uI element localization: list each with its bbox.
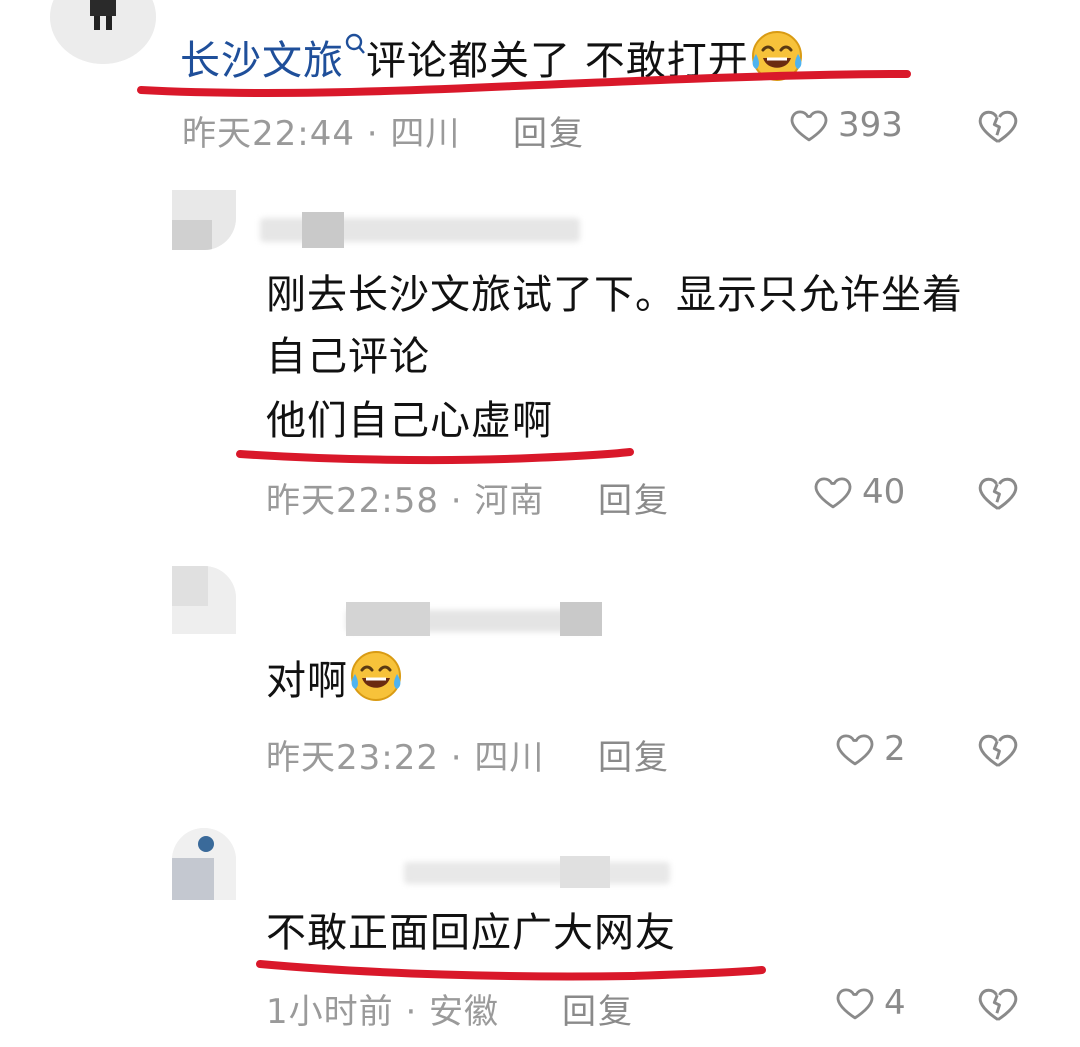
heart-icon xyxy=(788,104,830,146)
like-count: 40 xyxy=(862,472,906,512)
comment-1-time-location: 昨天22:44 · 四川 xyxy=(182,114,461,154)
reply-button[interactable]: 回复 xyxy=(513,106,585,155)
comment-2-time-location: 昨天22:58 · 河南 xyxy=(266,481,545,521)
comment-2-text-line-1: 刚去长沙文旅试了下。显示只允许坐着 xyxy=(266,272,963,318)
dislike-button[interactable] xyxy=(976,471,1020,519)
author-name[interactable]: 长沙文旅 xyxy=(180,38,344,84)
reply-button[interactable]: 回复 xyxy=(562,984,634,1033)
dislike-button[interactable] xyxy=(976,728,1020,776)
heart-icon xyxy=(834,982,876,1024)
like-count: 2 xyxy=(884,729,906,769)
like-count: 393 xyxy=(838,105,903,145)
comment-1-text-line: 长沙文旅 评论都关了 不敢打开 xyxy=(180,28,805,90)
broken-heart-icon xyxy=(976,104,1020,148)
comment-2-text-line-3: 他们自己心虚啊 xyxy=(266,398,553,444)
like-button[interactable]: 2 xyxy=(834,728,906,770)
like-button[interactable]: 393 xyxy=(788,104,903,146)
laughing-crying-emoji xyxy=(348,648,404,704)
laughing-crying-emoji xyxy=(749,28,805,84)
redacted-username xyxy=(560,602,602,636)
redacted-username xyxy=(404,862,670,884)
avatar[interactable] xyxy=(50,0,156,64)
comment-3-time-location: 昨天23:22 · 四川 xyxy=(266,738,545,778)
comment-text: 对啊 xyxy=(266,658,348,704)
heart-icon xyxy=(834,728,876,770)
comment-4-time-location: 1小时前 · 安徽 xyxy=(266,992,500,1032)
search-icon xyxy=(344,33,366,84)
reply-button[interactable]: 回复 xyxy=(598,730,670,779)
reply-button[interactable]: 回复 xyxy=(598,473,670,522)
avatar[interactable] xyxy=(172,828,236,900)
dislike-button[interactable] xyxy=(976,982,1020,1030)
comment-text: 评论都关了 不敢打开 xyxy=(366,38,749,84)
heart-icon xyxy=(812,471,854,513)
broken-heart-icon xyxy=(976,728,1020,772)
redacted-username xyxy=(560,856,610,888)
like-button[interactable]: 40 xyxy=(812,471,905,513)
broken-heart-icon xyxy=(976,982,1020,1026)
comment-2-text-line-2: 自己评论 xyxy=(266,334,430,380)
like-count: 4 xyxy=(884,983,906,1023)
comment-4-text-line: 不敢正面回应广大网友 xyxy=(266,910,676,956)
redacted-username xyxy=(346,602,430,636)
comment-3-text-line: 对啊 xyxy=(266,648,404,710)
like-button[interactable]: 4 xyxy=(834,982,906,1024)
avatar[interactable] xyxy=(172,190,236,250)
dislike-button[interactable] xyxy=(976,104,1020,152)
redacted-username xyxy=(302,212,344,248)
broken-heart-icon xyxy=(976,471,1020,515)
avatar[interactable] xyxy=(172,566,236,634)
